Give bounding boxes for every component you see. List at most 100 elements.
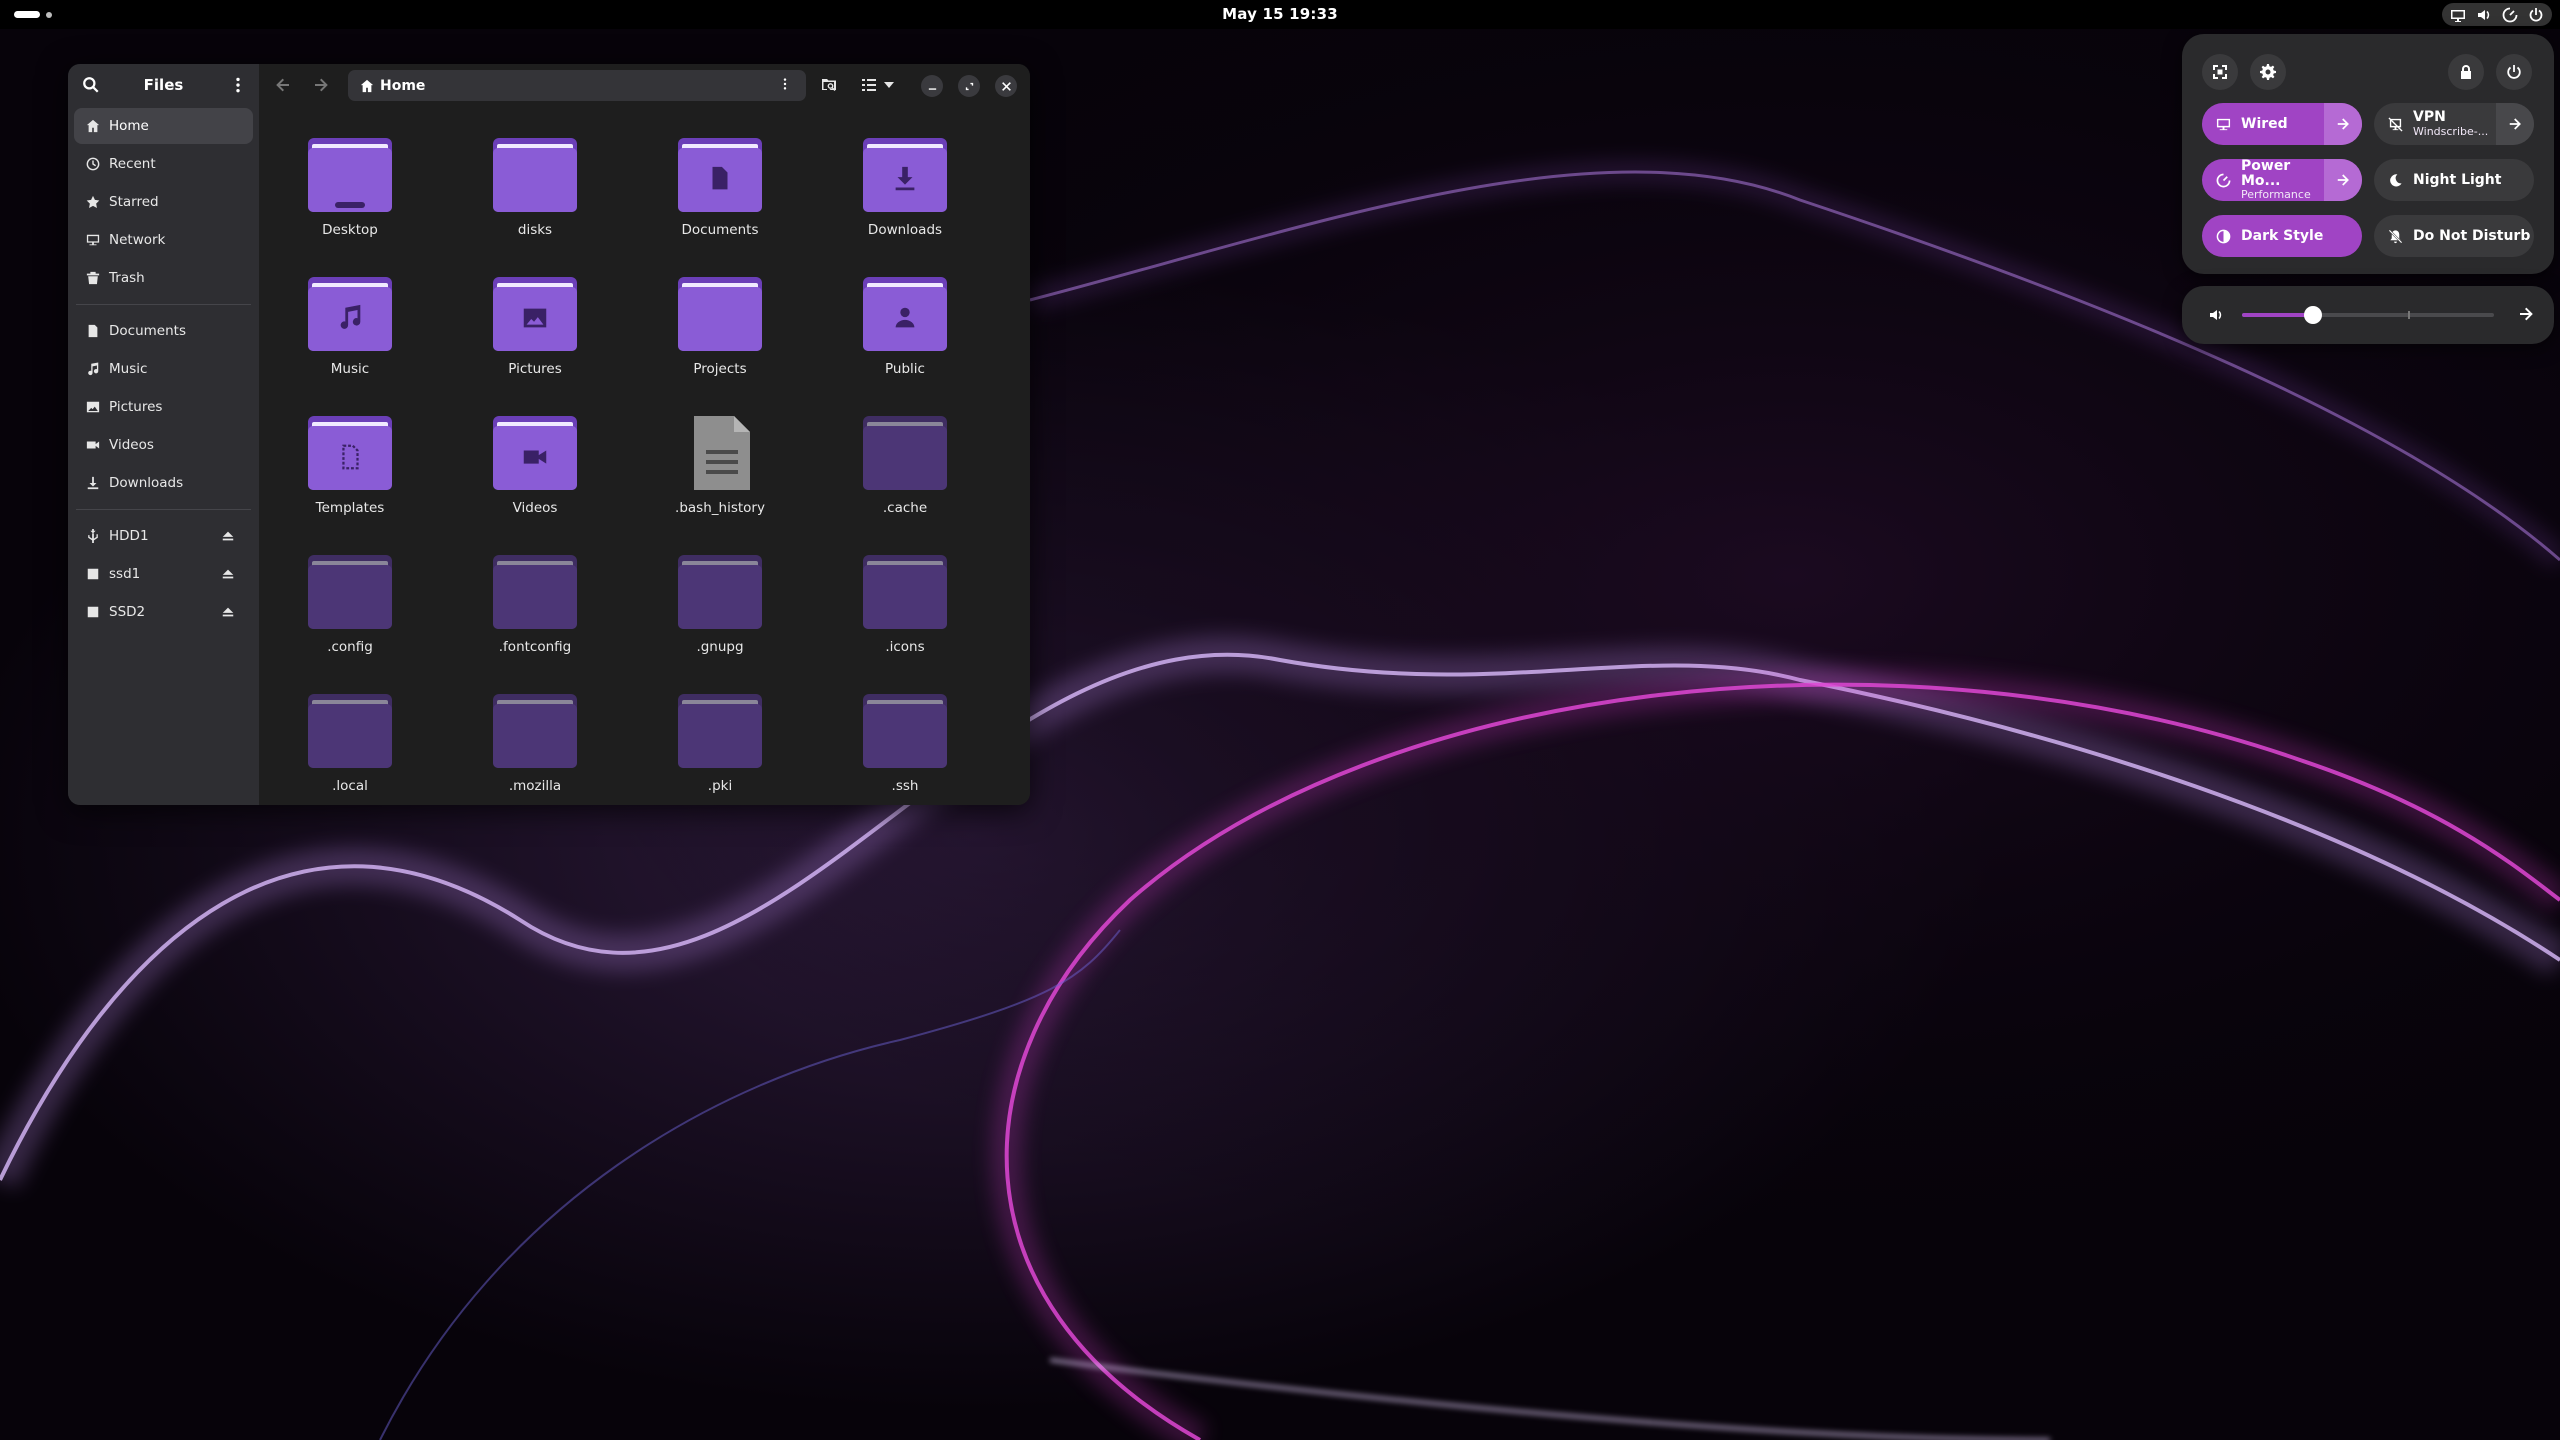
screenshot-button[interactable]: [2202, 54, 2238, 90]
file-item[interactable]: Music: [275, 275, 425, 395]
sidebar-divider: [76, 304, 251, 305]
file-item[interactable]: Templates: [275, 414, 425, 534]
search-folder-button[interactable]: [819, 75, 839, 95]
settings-button[interactable]: [2250, 54, 2286, 90]
eject-icon[interactable]: [221, 605, 235, 619]
sidebar-item-recent[interactable]: Recent: [74, 146, 253, 182]
file-item[interactable]: .bash_history: [645, 414, 795, 534]
audio-output-menu-button[interactable]: [2518, 306, 2536, 324]
wired-toggle[interactable]: Wired: [2202, 103, 2362, 145]
wired-network-icon: [2216, 118, 2231, 130]
view-list-button[interactable]: [859, 75, 879, 95]
sidebar-header: Files: [68, 64, 259, 106]
folder-icon: [493, 692, 577, 770]
file-item[interactable]: Videos: [460, 414, 610, 534]
power-mode-toggle[interactable]: Power Mo... Performance: [2202, 159, 2362, 201]
view-options-button[interactable]: [879, 75, 899, 95]
vpn-toggle[interactable]: VPN Windscribe-...: [2374, 103, 2534, 145]
lock-button[interactable]: [2448, 54, 2484, 90]
vpn-icon: [2388, 116, 2403, 132]
sidebar-item-music[interactable]: Music: [74, 351, 253, 387]
folder-icon: [678, 553, 762, 631]
kebab-menu-icon[interactable]: [778, 77, 792, 91]
file-item[interactable]: Downloads: [830, 136, 980, 256]
sidebar-item-downloads[interactable]: Downloads: [74, 465, 253, 501]
file-item[interactable]: Projects: [645, 275, 795, 395]
path-bar[interactable]: Home: [348, 70, 806, 101]
folder-icon: [678, 136, 762, 214]
file-item-label: .pki: [707, 778, 733, 794]
chevron-down-icon: [884, 82, 894, 88]
star-icon: [86, 195, 100, 208]
system-tray[interactable]: [2442, 3, 2552, 26]
maximize-button[interactable]: [958, 75, 980, 97]
night-light-toggle[interactable]: Night Light: [2374, 159, 2534, 201]
back-button[interactable]: [273, 75, 293, 95]
sidebar-item-network[interactable]: Network: [74, 222, 253, 258]
vpn-menu-button[interactable]: [2496, 103, 2534, 145]
file-item[interactable]: Pictures: [460, 275, 610, 395]
file-item[interactable]: .gnupg: [645, 553, 795, 673]
clock[interactable]: May 15 19:33: [0, 5, 2560, 23]
video-icon: [523, 450, 547, 464]
dark-style-toggle[interactable]: Dark Style: [2202, 215, 2362, 257]
wired-menu-button[interactable]: [2324, 103, 2362, 145]
sidebar-item-home[interactable]: Home: [74, 108, 253, 144]
sidebar-item-trash[interactable]: Trash: [74, 260, 253, 296]
sidebar-item-videos[interactable]: Videos: [74, 427, 253, 463]
file-item[interactable]: Desktop: [275, 136, 425, 256]
minimize-icon: [928, 87, 936, 90]
file-item[interactable]: .mozilla: [460, 692, 610, 805]
files-window: Files Home Recent Starred Network Trash …: [68, 64, 1030, 805]
restore-icon: [965, 82, 973, 90]
volume-slider[interactable]: [2242, 306, 2494, 324]
folder-search-icon: [822, 79, 836, 92]
folder-icon: [308, 275, 392, 353]
power-mode-menu-button[interactable]: [2324, 159, 2362, 201]
file-item[interactable]: .ssh: [830, 692, 980, 805]
volume-slider-handle[interactable]: [2303, 306, 2322, 324]
arrow-right-icon: [2520, 307, 2533, 321]
sidebar-item-pictures[interactable]: Pictures: [74, 389, 253, 425]
close-button[interactable]: [995, 75, 1017, 97]
files-main-view: Home DesktopdisksDocumentsDownloadsM: [259, 64, 1030, 805]
do-not-disturb-label: Do Not Disturb: [2413, 228, 2531, 244]
volume-icon[interactable]: [2208, 307, 2224, 323]
quick-settings-panel: Wired VPN Windscribe-... Power Mo... Per…: [2182, 34, 2554, 274]
power-button[interactable]: [2496, 54, 2532, 90]
file-item-label: Documents: [681, 222, 759, 238]
sidebar-item-ssd1[interactable]: ssd1: [74, 556, 253, 592]
file-item[interactable]: .config: [275, 553, 425, 673]
sidebar-item-label: Videos: [109, 437, 154, 453]
file-item[interactable]: .local: [275, 692, 425, 805]
file-item-label: .local: [332, 778, 368, 794]
file-item-label: Music: [330, 361, 370, 377]
power-icon: [2507, 65, 2521, 79]
vpn-label: VPN: [2413, 109, 2446, 126]
sidebar-item-documents[interactable]: Documents: [74, 313, 253, 349]
volume-slider-fill: [2242, 313, 2313, 317]
kebab-menu-icon[interactable]: [229, 76, 247, 94]
file-item[interactable]: .cache: [830, 414, 980, 534]
lock-icon: [2461, 65, 2471, 79]
file-item[interactable]: .fontconfig: [460, 553, 610, 673]
forward-button[interactable]: [311, 75, 331, 95]
file-item[interactable]: .icons: [830, 553, 980, 673]
do-not-disturb-toggle[interactable]: Do Not Disturb: [2374, 215, 2534, 257]
file-item[interactable]: Public: [830, 275, 980, 395]
file-item-label: .icons: [885, 639, 925, 655]
file-item[interactable]: disks: [460, 136, 610, 256]
sidebar-item-starred[interactable]: Starred: [74, 184, 253, 220]
file-item[interactable]: Documents: [645, 136, 795, 256]
files-sidebar: Files Home Recent Starred Network Trash …: [68, 64, 259, 805]
music-icon: [340, 304, 361, 329]
eject-icon[interactable]: [221, 567, 235, 581]
eject-icon[interactable]: [221, 529, 235, 543]
sidebar-item-ssd2[interactable]: SSD2: [74, 594, 253, 630]
minimize-button[interactable]: [921, 75, 943, 97]
sidebar-item-label: SSD2: [109, 604, 146, 620]
sidebar-item-hdd1[interactable]: HDD1: [74, 518, 253, 554]
file-item[interactable]: .pki: [645, 692, 795, 805]
close-icon: [1001, 81, 1011, 91]
screenshot-icon: [2213, 65, 2227, 79]
